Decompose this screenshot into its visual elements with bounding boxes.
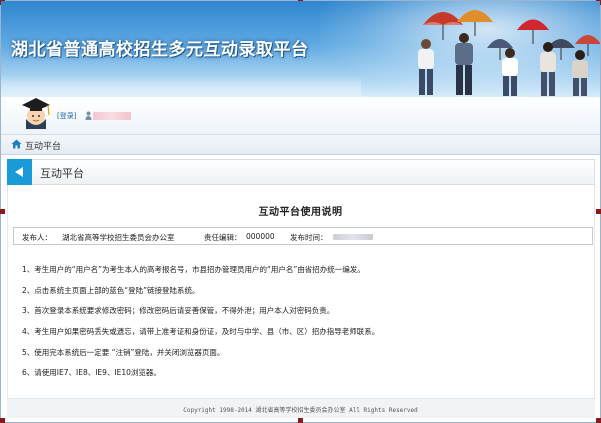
instruction-item: 2、点击系统主页面上部的蓝色“登陆”链接登陆系统。	[22, 286, 200, 295]
editor-label: 责任编辑：	[204, 233, 242, 242]
student-graphic	[502, 48, 518, 96]
article-title: 互动平台使用说明	[258, 207, 343, 218]
publisher-label: 发布人：	[22, 233, 52, 242]
instruction-item: 5、使用完本系统后一定要 “注销”登陆，并关闭浏览器页面。	[22, 348, 225, 357]
section-header	[7, 159, 595, 185]
login-link[interactable]: [登录]	[57, 111, 76, 121]
home-icon[interactable]	[11, 139, 22, 149]
site-title: 湖北省普通高校招生多元互动录取平台	[11, 40, 309, 60]
content-panel	[7, 185, 595, 418]
frame-corner	[298, 418, 303, 423]
publisher-value: 湖北省高等学校招生委员会办公室	[62, 233, 175, 242]
student-graphic	[418, 39, 434, 95]
copyright-text: Copyright 1998-2014 湖北省高等学校招生委员会办公室 All …	[183, 407, 418, 414]
publish-time-redacted	[333, 234, 373, 240]
graduate-avatar-icon	[22, 98, 50, 129]
instruction-item: 6、请使用IE7、IE8、IE9、IE10浏览器。	[22, 368, 161, 377]
publish-time-label: 发布时间：	[290, 233, 328, 242]
breadcrumb	[1, 134, 600, 155]
section-toggle-button[interactable]	[7, 159, 32, 185]
section-title: 互动平台	[40, 167, 84, 180]
instruction-item: 3、首次登录本系统要求修改密码；修改密码后请妥善保管，不得外泄；用户本人对密码负…	[22, 306, 335, 315]
editor-value: 000000	[246, 232, 275, 241]
student-graphic	[572, 50, 588, 96]
breadcrumb-item[interactable]: 互动平台	[25, 139, 61, 152]
username-redacted	[93, 112, 131, 120]
triangle-left-icon	[15, 167, 23, 177]
frame-corner	[0, 418, 5, 423]
frame-corner	[596, 418, 601, 423]
student-graphic	[540, 42, 556, 96]
instruction-item: 1、考生用户的“用户名”为考生本人的高考报名号，市县招办管理员用户的“用户名”由…	[22, 265, 365, 274]
user-icon	[85, 111, 92, 120]
header-banner: 湖北省普通高校招生多元互动录取平台	[1, 1, 600, 97]
instruction-item: 4、考生用户如果密码丢失或遗忘，请带上准考证和身份证，及时与中学、县（市、区）招…	[22, 327, 380, 336]
banner-city-skyline	[1, 75, 361, 97]
student-graphic	[455, 33, 473, 95]
